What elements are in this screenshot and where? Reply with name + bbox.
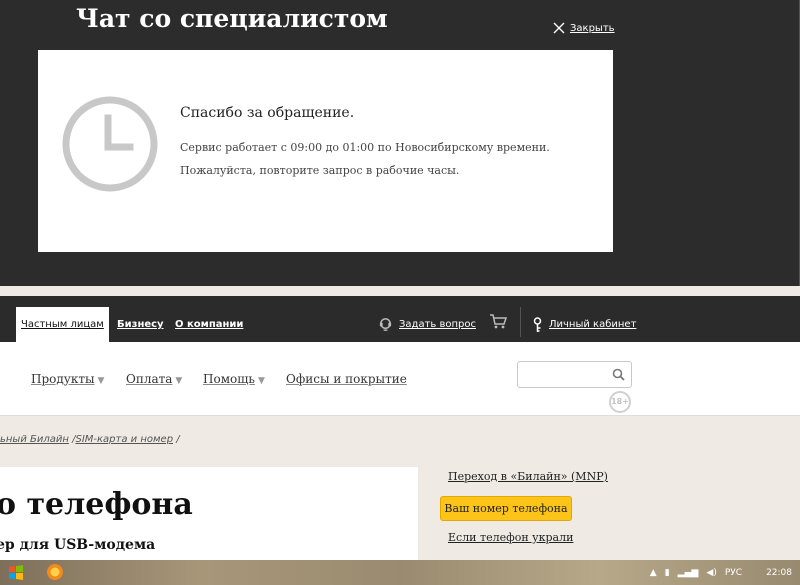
close-button[interactable]: Закрыть bbox=[553, 22, 615, 34]
network-icon[interactable]: ▂▄▆ bbox=[678, 568, 699, 578]
start-icon[interactable] bbox=[8, 564, 24, 580]
chat-message-panel: Спасибо за обращение. Сервис работает с … bbox=[38, 50, 613, 252]
search-icon[interactable] bbox=[612, 368, 625, 381]
headset-icon bbox=[379, 318, 392, 331]
breadcrumb-separator: / bbox=[176, 434, 180, 445]
ask-question-link[interactable]: Задать вопрос bbox=[378, 307, 476, 342]
breadcrumb-item[interactable]: SIM-карта и номер bbox=[75, 434, 173, 445]
tab-private[interactable]: Частным лицам bbox=[16, 307, 109, 342]
service-hours-text: Сервис работает с 09:00 до 01:00 по Ново… bbox=[180, 141, 550, 154]
browser-icon[interactable] bbox=[46, 563, 64, 581]
language-indicator[interactable]: РУС bbox=[725, 568, 742, 578]
chat-overlay: Чат со специалистом Закрыть Спасибо за о… bbox=[0, 0, 800, 286]
clock-time[interactable]: 22:08 bbox=[766, 568, 792, 578]
menu-help-label: Помощь bbox=[203, 372, 255, 386]
tray-arrow-icon[interactable]: ▲ bbox=[650, 568, 657, 578]
cart-icon[interactable] bbox=[488, 311, 508, 331]
menu-payment-label: Оплата bbox=[126, 372, 173, 386]
key-icon bbox=[533, 316, 542, 332]
top-navigation: Частным лицам Бизнесу О компании Задать … bbox=[0, 296, 800, 342]
ask-question-label: Задать вопрос bbox=[399, 319, 476, 330]
age-rating-badge: 18+ bbox=[609, 391, 631, 413]
breadcrumb-item[interactable]: ьный Билайн bbox=[0, 434, 69, 445]
taskbar: ▲ ▮ ▂▄▆ ◀) РУС 22:08 bbox=[0, 560, 800, 585]
menu-products[interactable]: Продукты ▼ bbox=[31, 372, 104, 386]
main-menu: Продукты ▼ Оплата ▼ Помощь ▼ Офисы и покрыт… bbox=[0, 342, 800, 416]
content-card: о телефона ер для USB-модема bbox=[0, 467, 418, 560]
stolen-phone-link[interactable]: Если телефон украли bbox=[448, 531, 573, 544]
volume-icon[interactable]: ◀) bbox=[706, 568, 716, 578]
tab-about[interactable]: О компании bbox=[175, 307, 243, 342]
chat-title: Чат со специалистом bbox=[76, 4, 388, 33]
menu-products-label: Продукты bbox=[31, 372, 95, 386]
chevron-down-icon: ▼ bbox=[97, 376, 105, 386]
personal-cabinet-link[interactable]: Личный кабинет bbox=[532, 307, 636, 342]
close-icon bbox=[553, 22, 565, 34]
system-tray: ▲ ▮ ▂▄▆ ◀) РУС 22:08 bbox=[650, 560, 792, 585]
clock-icon bbox=[62, 96, 158, 192]
retry-text: Пожалуйста, повторите запрос в рабочие ч… bbox=[180, 164, 460, 177]
search-input[interactable] bbox=[517, 361, 632, 388]
close-label: Закрыть bbox=[570, 22, 615, 34]
breadcrumb: ьный Билайн /SIM-карта и номер / bbox=[0, 434, 180, 445]
menu-offices[interactable]: Офисы и покрытие bbox=[286, 372, 407, 386]
battery-icon[interactable]: ▮ bbox=[665, 568, 670, 578]
thanks-message: Спасибо за обращение. bbox=[180, 105, 355, 121]
page-title: о телефона bbox=[0, 487, 193, 522]
tab-business[interactable]: Бизнесу bbox=[117, 307, 164, 342]
chevron-down-icon: ▼ bbox=[257, 376, 265, 386]
menu-payment[interactable]: Оплата ▼ bbox=[126, 372, 182, 386]
personal-cabinet-label: Личный кабинет bbox=[549, 319, 637, 330]
your-number-button[interactable]: Ваш номер телефона bbox=[440, 496, 572, 521]
page-subtitle: ер для USB-модема bbox=[0, 537, 156, 553]
chevron-down-icon: ▼ bbox=[175, 376, 183, 386]
mnp-link[interactable]: Переход в «Билайн» (MNP) bbox=[448, 470, 608, 483]
menu-help[interactable]: Помощь ▼ bbox=[203, 372, 265, 386]
nav-divider bbox=[520, 307, 521, 337]
